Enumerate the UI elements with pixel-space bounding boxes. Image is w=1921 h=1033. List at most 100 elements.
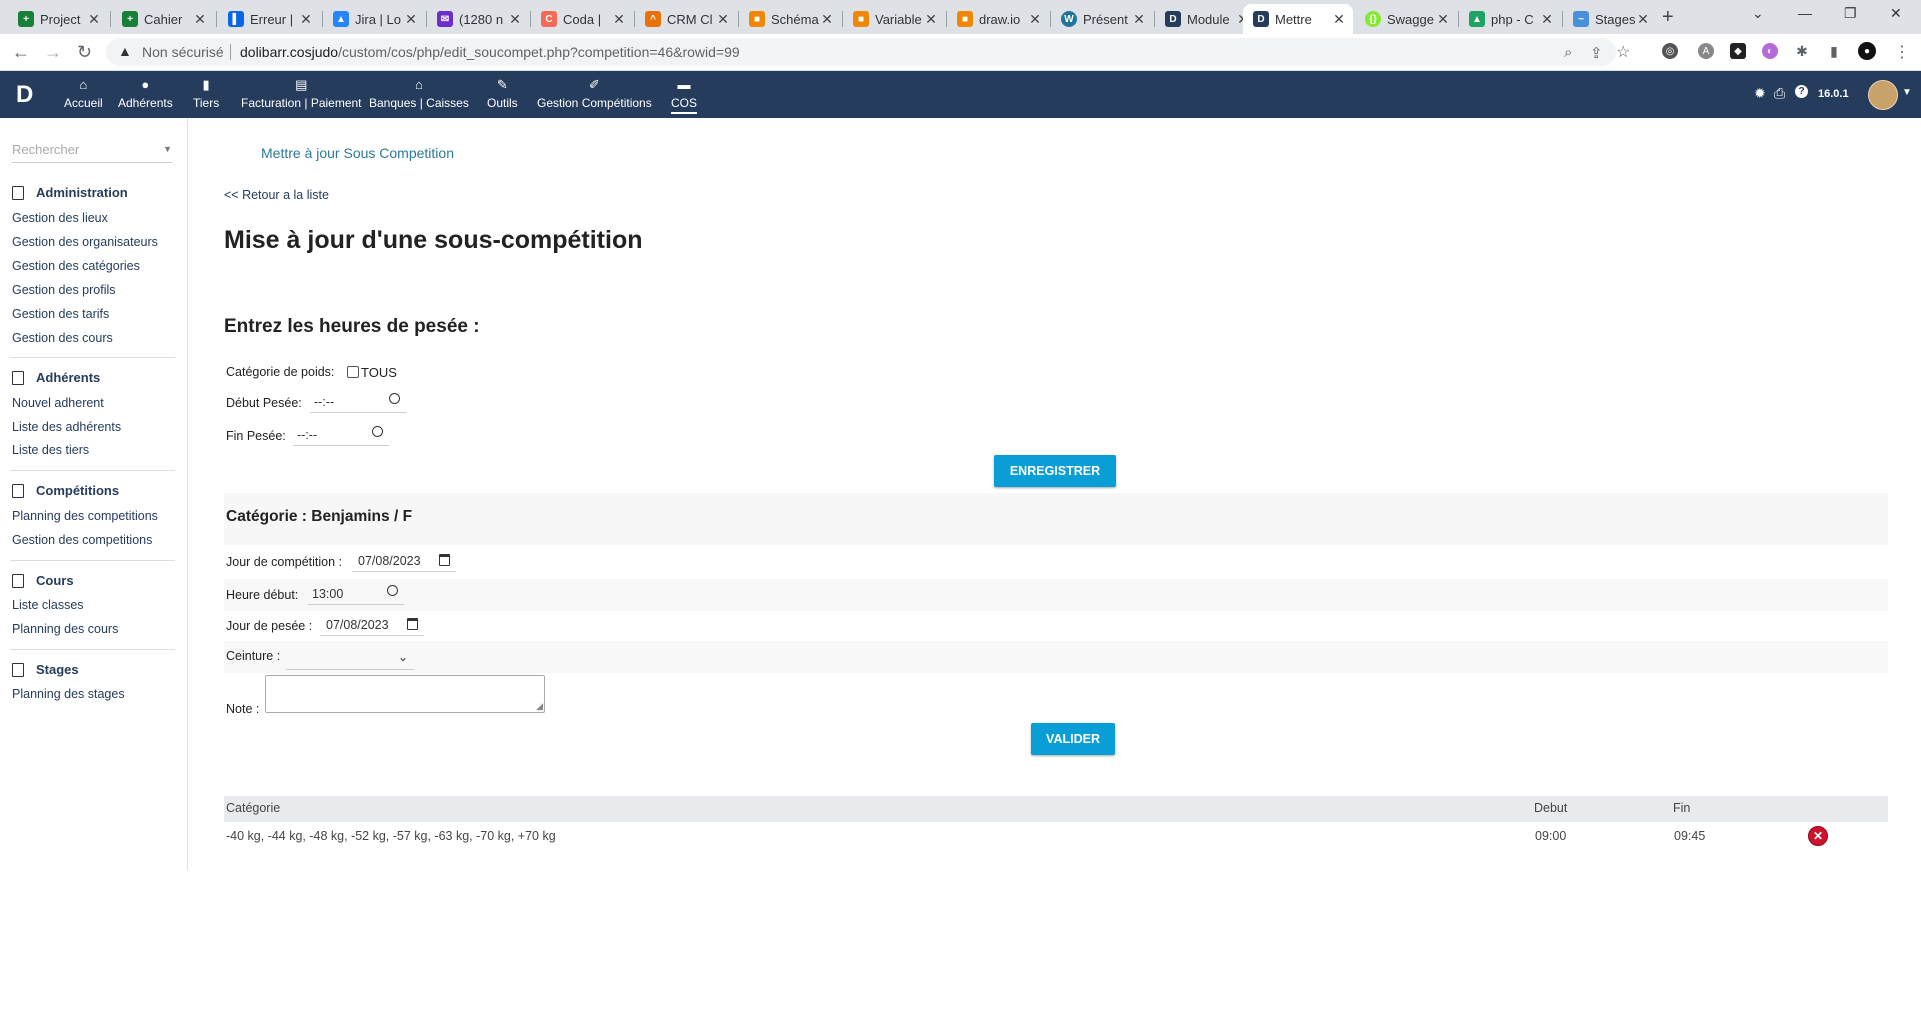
close-tab-icon[interactable]: ✕ — [1131, 11, 1147, 28]
ceinture-select[interactable]: ⌄ — [286, 647, 414, 670]
sidebar-item-gestion-tarifs[interactable]: Gestion des tarifs — [12, 307, 109, 321]
browser-tab[interactable]: ▌ Erreur | ✕ — [218, 4, 320, 34]
menu-item-accueil[interactable]: ⌂ Accueil — [64, 77, 103, 110]
close-tab-icon[interactable]: ✕ — [1027, 11, 1043, 28]
close-tab-icon[interactable]: ✕ — [507, 11, 523, 28]
forward-icon[interactable]: → — [44, 42, 62, 63]
extension-icon[interactable]: ◆ — [1730, 43, 1746, 59]
close-tab-icon[interactable]: ✕ — [86, 11, 102, 28]
adblock-icon[interactable]: A — [1698, 43, 1714, 59]
browser-tab-active[interactable]: D Mettre ✕ — [1243, 4, 1353, 34]
browser-tab[interactable]: ■ Variable ✕ — [843, 4, 945, 34]
tous-checkbox[interactable] — [347, 366, 359, 378]
fin-pesee-input[interactable]: --:-- — [293, 425, 389, 446]
browser-tab[interactable]: W Présent ✕ — [1051, 4, 1153, 34]
close-tab-icon[interactable]: ✕ — [923, 11, 939, 28]
close-window-icon[interactable]: ✕ — [1890, 5, 1902, 22]
menu-item-tiers[interactable]: ▮ Tiers — [193, 77, 219, 110]
sidebar-item-planning-stages[interactable]: Planning des stages — [12, 687, 125, 701]
browser-tab[interactable]: DModule✕ — [1155, 4, 1257, 34]
close-tab-icon[interactable]: ✕ — [715, 11, 731, 28]
chevron-down-icon[interactable]: ▼ — [1902, 87, 1912, 98]
zoom-icon[interactable]: ⌕ — [1564, 44, 1572, 61]
resize-handle-icon[interactable]: ◢ — [536, 701, 543, 712]
save-button[interactable]: ENREGISTRER — [994, 455, 1116, 487]
address-bar[interactable]: ▲ Non sécurisé dolibarr.cosjudo/custom/c… — [106, 38, 1630, 66]
minimize-icon[interactable]: — — [1798, 5, 1812, 21]
column-header-fin: Fin — [1673, 801, 1691, 815]
sidepanel-icon[interactable]: ▮ — [1826, 43, 1842, 59]
new-tab-icon[interactable]: + — [1662, 6, 1674, 29]
extension-icon[interactable]: ◎ — [1662, 43, 1678, 59]
menu-item-adherents[interactable]: ● Adhérents — [118, 77, 173, 110]
restore-icon[interactable]: ❐ — [1844, 5, 1857, 22]
close-tab-icon[interactable]: ✕ — [1539, 11, 1555, 28]
print-icon[interactable]: ⎙ — [1774, 85, 1785, 102]
share-icon[interactable]: ⇪ — [1590, 44, 1603, 62]
browser-tab[interactable]: ▲ php - C ✕ — [1459, 4, 1561, 34]
sidebar-section-stages[interactable]: Stages — [12, 662, 79, 677]
menu-item-gestion-competitions[interactable]: ✐ Gestion Compétitions — [537, 77, 652, 110]
browser-tab[interactable]: ^ CRM Cl ✕ — [635, 4, 737, 34]
menu-icon[interactable]: ⋮ — [1894, 42, 1910, 62]
validate-button[interactable]: VALIDER — [1031, 723, 1115, 755]
sidebar-item-gestion-organisateurs[interactable]: Gestion des organisateurs — [12, 235, 158, 249]
browser-tab[interactable]: ■ Schéma ✕ — [739, 4, 841, 34]
sidebar-item-nouvel-adherent[interactable]: Nouvel adherent — [12, 396, 104, 410]
tab-search-icon[interactable]: ⌄ — [1752, 5, 1764, 22]
sidebar-section-cours[interactable]: Cours — [12, 573, 74, 588]
browser-tab[interactable]: ~ Stages ✕ — [1563, 4, 1657, 34]
close-tab-icon[interactable]: ✕ — [1435, 11, 1451, 28]
bookmark-star-icon[interactable]: ☆ — [1616, 42, 1630, 62]
browser-tab[interactable]: + Project ✕ — [8, 4, 108, 34]
reload-icon[interactable]: ↻ — [77, 42, 92, 63]
note-textarea[interactable]: ◢ — [265, 675, 545, 713]
menu-item-outils[interactable]: ✎ Outils — [487, 77, 518, 110]
avatar[interactable] — [1868, 80, 1898, 110]
dolibarr-logo[interactable]: D — [16, 81, 33, 109]
search-select[interactable]: Rechercher ▼ — [12, 142, 172, 163]
close-tab-icon[interactable]: ✕ — [192, 11, 208, 28]
menu-item-facturation[interactable]: ▤ Facturation | Paiement — [241, 77, 362, 110]
sidebar-section-competitions[interactable]: Compétitions — [12, 483, 119, 498]
sidebar-item-planning-cours[interactable]: Planning des cours — [12, 622, 118, 636]
menu-item-cos[interactable]: ▬ COS — [671, 77, 698, 114]
browser-tab[interactable]: {} Swagge ✕ — [1355, 4, 1457, 34]
back-to-list-link[interactable]: << Retour a la liste — [224, 188, 329, 202]
sidebar-item-liste-classes[interactable]: Liste classes — [12, 598, 84, 612]
bug-icon[interactable]: ✹ — [1754, 85, 1766, 102]
close-tab-icon[interactable]: ✕ — [403, 11, 419, 28]
browser-tab[interactable]: ▲ Jira | Lo ✕ — [323, 4, 425, 34]
puzzle-icon[interactable]: ✱ — [1794, 43, 1810, 59]
debut-pesee-input[interactable]: --:-- — [310, 392, 406, 413]
help-icon[interactable]: ? — [1795, 85, 1808, 98]
sidebar-section-administration[interactable]: Administration — [12, 185, 128, 200]
close-tab-icon[interactable]: ✕ — [1635, 11, 1651, 28]
sidebar-item-gestion-categories[interactable]: Gestion des catégories — [12, 259, 140, 273]
close-tab-icon[interactable]: ✕ — [1331, 11, 1347, 28]
sidebar-item-gestion-profils[interactable]: Gestion des profils — [12, 283, 116, 297]
sidebar-item-planning-competitions[interactable]: Planning des competitions — [12, 509, 158, 523]
sidebar-item-gestion-cours[interactable]: Gestion des cours — [12, 331, 113, 345]
delete-icon[interactable]: ✕ — [1808, 826, 1828, 846]
back-icon[interactable]: ← — [12, 42, 30, 63]
browser-tab[interactable]: ■ draw.io ✕ — [947, 4, 1049, 34]
sidebar-item-liste-tiers[interactable]: Liste des tiers — [12, 443, 89, 457]
close-tab-icon[interactable]: ✕ — [819, 11, 835, 28]
jour-pesee-input[interactable]: 07/08/2023 — [320, 615, 424, 636]
heure-debut-input[interactable]: 13:00 — [308, 584, 404, 605]
close-tab-icon[interactable]: ✕ — [298, 11, 314, 28]
extension-icon[interactable]: ◐ — [1762, 43, 1778, 59]
sidebar-item-gestion-lieux[interactable]: Gestion des lieux — [12, 211, 108, 225]
close-tab-icon[interactable]: ✕ — [611, 11, 627, 28]
profile-icon[interactable]: ● — [1858, 42, 1876, 60]
menu-item-banques[interactable]: ⌂ Banques | Caisses — [369, 77, 469, 110]
sidebar-item-liste-adherents[interactable]: Liste des adhérents — [12, 420, 121, 434]
browser-tab[interactable]: C Coda | ✕ — [531, 4, 633, 34]
sidebar-item-gestion-competitions[interactable]: Gestion des competitions — [12, 533, 152, 547]
browser-tab[interactable]: ✉ (1280 n ✕ — [427, 4, 529, 34]
sidebar-section-adherents[interactable]: Adhérents — [12, 370, 100, 385]
jour-competition-label: Jour de compétition : — [226, 555, 343, 569]
browser-tab[interactable]: + Cahier ✕ — [112, 4, 214, 34]
jour-competition-input[interactable]: 07/08/2023 — [352, 551, 456, 572]
